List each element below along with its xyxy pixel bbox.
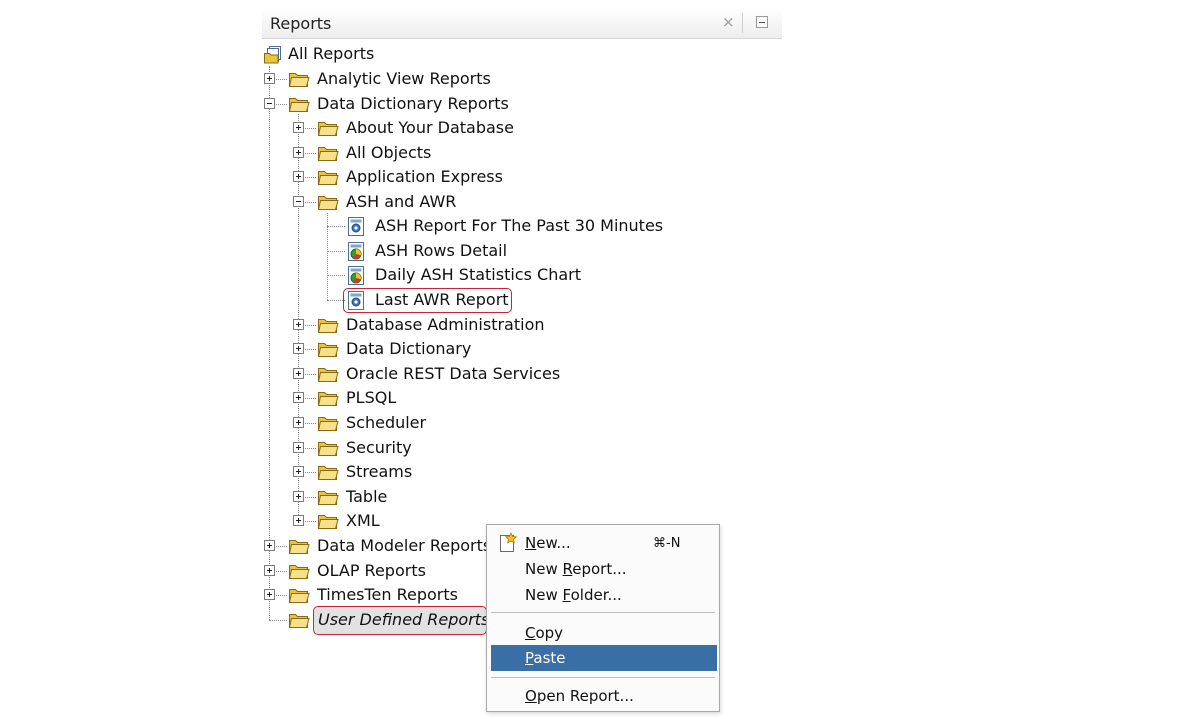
menu-item-text: ew... bbox=[536, 534, 571, 552]
tree-node-application-express[interactable]: Application Express bbox=[346, 167, 503, 187]
collapse-toggle-icon[interactable] bbox=[264, 98, 275, 109]
menu-separator bbox=[491, 677, 715, 678]
menu-item-text: older... bbox=[570, 586, 622, 604]
menu-separator bbox=[491, 612, 715, 613]
mnemonic: R bbox=[562, 560, 573, 578]
folder-icon bbox=[317, 463, 339, 481]
expand-toggle-icon[interactable] bbox=[293, 417, 304, 428]
menu-item-text: opy bbox=[535, 624, 564, 642]
folder-icon bbox=[317, 389, 339, 407]
tree-node-xml[interactable]: XML bbox=[346, 511, 380, 531]
folder-icon bbox=[317, 512, 339, 530]
expand-toggle-icon[interactable] bbox=[293, 515, 304, 526]
tree-node-security[interactable]: Security bbox=[346, 438, 412, 458]
folder-icon bbox=[288, 70, 310, 88]
tree-node-ash-and-awr[interactable]: ASH and AWR bbox=[346, 192, 456, 212]
folder-icon bbox=[317, 414, 339, 432]
folder-icon bbox=[317, 144, 339, 162]
all-reports-icon bbox=[263, 45, 283, 65]
folder-icon bbox=[317, 168, 339, 186]
expand-toggle-icon[interactable] bbox=[293, 392, 304, 403]
tree-node-all-objects[interactable]: All Objects bbox=[346, 143, 431, 163]
tree-line bbox=[327, 251, 345, 252]
tree-node-plsql[interactable]: PLSQL bbox=[346, 388, 396, 408]
tree-node-scheduler[interactable]: Scheduler bbox=[346, 413, 426, 433]
tree-line bbox=[269, 66, 270, 620]
folder-icon bbox=[317, 316, 339, 334]
tree-node-data-modeler-reports[interactable]: Data Modeler Reports bbox=[317, 536, 491, 556]
expand-toggle-icon[interactable] bbox=[293, 442, 304, 453]
shortcut-new: ⌘-N bbox=[653, 536, 681, 551]
chart-report-icon bbox=[345, 264, 367, 286]
report-icon bbox=[345, 289, 367, 311]
mnemonic: F bbox=[562, 586, 571, 604]
collapse-toggle-icon[interactable] bbox=[293, 196, 304, 207]
expand-toggle-icon[interactable] bbox=[293, 319, 304, 330]
open-folder-icon bbox=[288, 95, 310, 113]
mnemonic: C bbox=[525, 624, 536, 642]
menu-item-text: eport... bbox=[572, 560, 627, 578]
tree-node-timesten-reports[interactable]: TimesTen Reports bbox=[317, 585, 458, 605]
expand-toggle-icon[interactable] bbox=[293, 122, 304, 133]
tree-node-olap-reports[interactable]: OLAP Reports bbox=[317, 561, 426, 581]
tree-node-about-your-database[interactable]: About Your Database bbox=[346, 118, 514, 138]
tree-node-table[interactable]: Table bbox=[346, 487, 387, 507]
folder-icon bbox=[317, 488, 339, 506]
folder-icon bbox=[288, 611, 310, 629]
expand-toggle-icon[interactable] bbox=[264, 589, 275, 600]
folder-icon bbox=[317, 340, 339, 358]
tree-root-all-reports[interactable]: All Reports bbox=[288, 44, 374, 64]
menu-item-open-report[interactable]: Open Report... bbox=[525, 686, 634, 706]
tree-node-data-dictionary-reports[interactable]: Data Dictionary Reports bbox=[317, 94, 509, 114]
expand-toggle-icon[interactable] bbox=[293, 171, 304, 182]
tree-node-analytic-view-reports[interactable]: Analytic View Reports bbox=[317, 69, 491, 89]
expand-toggle-icon[interactable] bbox=[293, 343, 304, 354]
tree-report-last-awr[interactable]: Last AWR Report bbox=[375, 290, 509, 310]
menu-item-new-folder[interactable]: New Folder... bbox=[525, 585, 622, 605]
tree-report-daily-ash-chart[interactable]: Daily ASH Statistics Chart bbox=[375, 265, 581, 285]
menu-item-text: New bbox=[525, 586, 563, 604]
menu-item-paste-selected[interactable]: Paste bbox=[491, 645, 717, 671]
tree-node-user-defined-reports[interactable]: User Defined Reports bbox=[318, 610, 489, 630]
tree-node-streams[interactable]: Streams bbox=[346, 462, 412, 482]
menu-item-new[interactable]: New... bbox=[525, 533, 571, 553]
expand-toggle-icon[interactable] bbox=[293, 466, 304, 477]
tree-node-data-dictionary[interactable]: Data Dictionary bbox=[346, 339, 471, 359]
folder-icon bbox=[288, 562, 310, 580]
tree-report-ash-rows-detail[interactable]: ASH Rows Detail bbox=[375, 241, 507, 261]
tree-report-ash-past-30[interactable]: ASH Report For The Past 30 Minutes bbox=[375, 216, 663, 236]
menu-item-text: New bbox=[525, 560, 563, 578]
new-item-icon bbox=[497, 531, 519, 553]
expand-toggle-icon[interactable] bbox=[264, 540, 275, 551]
expand-toggle-icon[interactable] bbox=[293, 368, 304, 379]
folder-icon bbox=[288, 537, 310, 555]
tree-node-oracle-rest-data-services[interactable]: Oracle REST Data Services bbox=[346, 364, 560, 384]
menu-item-copy[interactable]: Copy bbox=[525, 623, 563, 643]
expand-toggle-icon[interactable] bbox=[264, 73, 275, 84]
tree-line bbox=[327, 226, 345, 227]
context-menu: New... ⌘-N New Report... New Folder... C… bbox=[486, 524, 720, 712]
chart-report-icon bbox=[345, 240, 367, 262]
menu-item-text: aste bbox=[533, 649, 566, 667]
tree-line bbox=[327, 275, 345, 276]
folder-icon bbox=[317, 439, 339, 457]
tree-node-database-administration[interactable]: Database Administration bbox=[346, 315, 545, 335]
folder-icon bbox=[317, 119, 339, 137]
menu-item-paste[interactable]: Paste bbox=[525, 648, 566, 668]
expand-toggle-icon[interactable] bbox=[293, 491, 304, 502]
tree-line bbox=[269, 620, 287, 621]
folder-icon bbox=[317, 365, 339, 383]
folder-icon bbox=[288, 586, 310, 604]
expand-toggle-icon[interactable] bbox=[264, 565, 275, 576]
menu-item-new-report[interactable]: New Report... bbox=[525, 559, 627, 579]
menu-item-text: pen Report... bbox=[536, 687, 634, 705]
mnemonic: N bbox=[525, 534, 537, 552]
report-icon bbox=[345, 215, 367, 237]
mnemonic: O bbox=[525, 687, 537, 705]
expand-toggle-icon[interactable] bbox=[293, 147, 304, 158]
open-folder-icon bbox=[317, 193, 339, 211]
